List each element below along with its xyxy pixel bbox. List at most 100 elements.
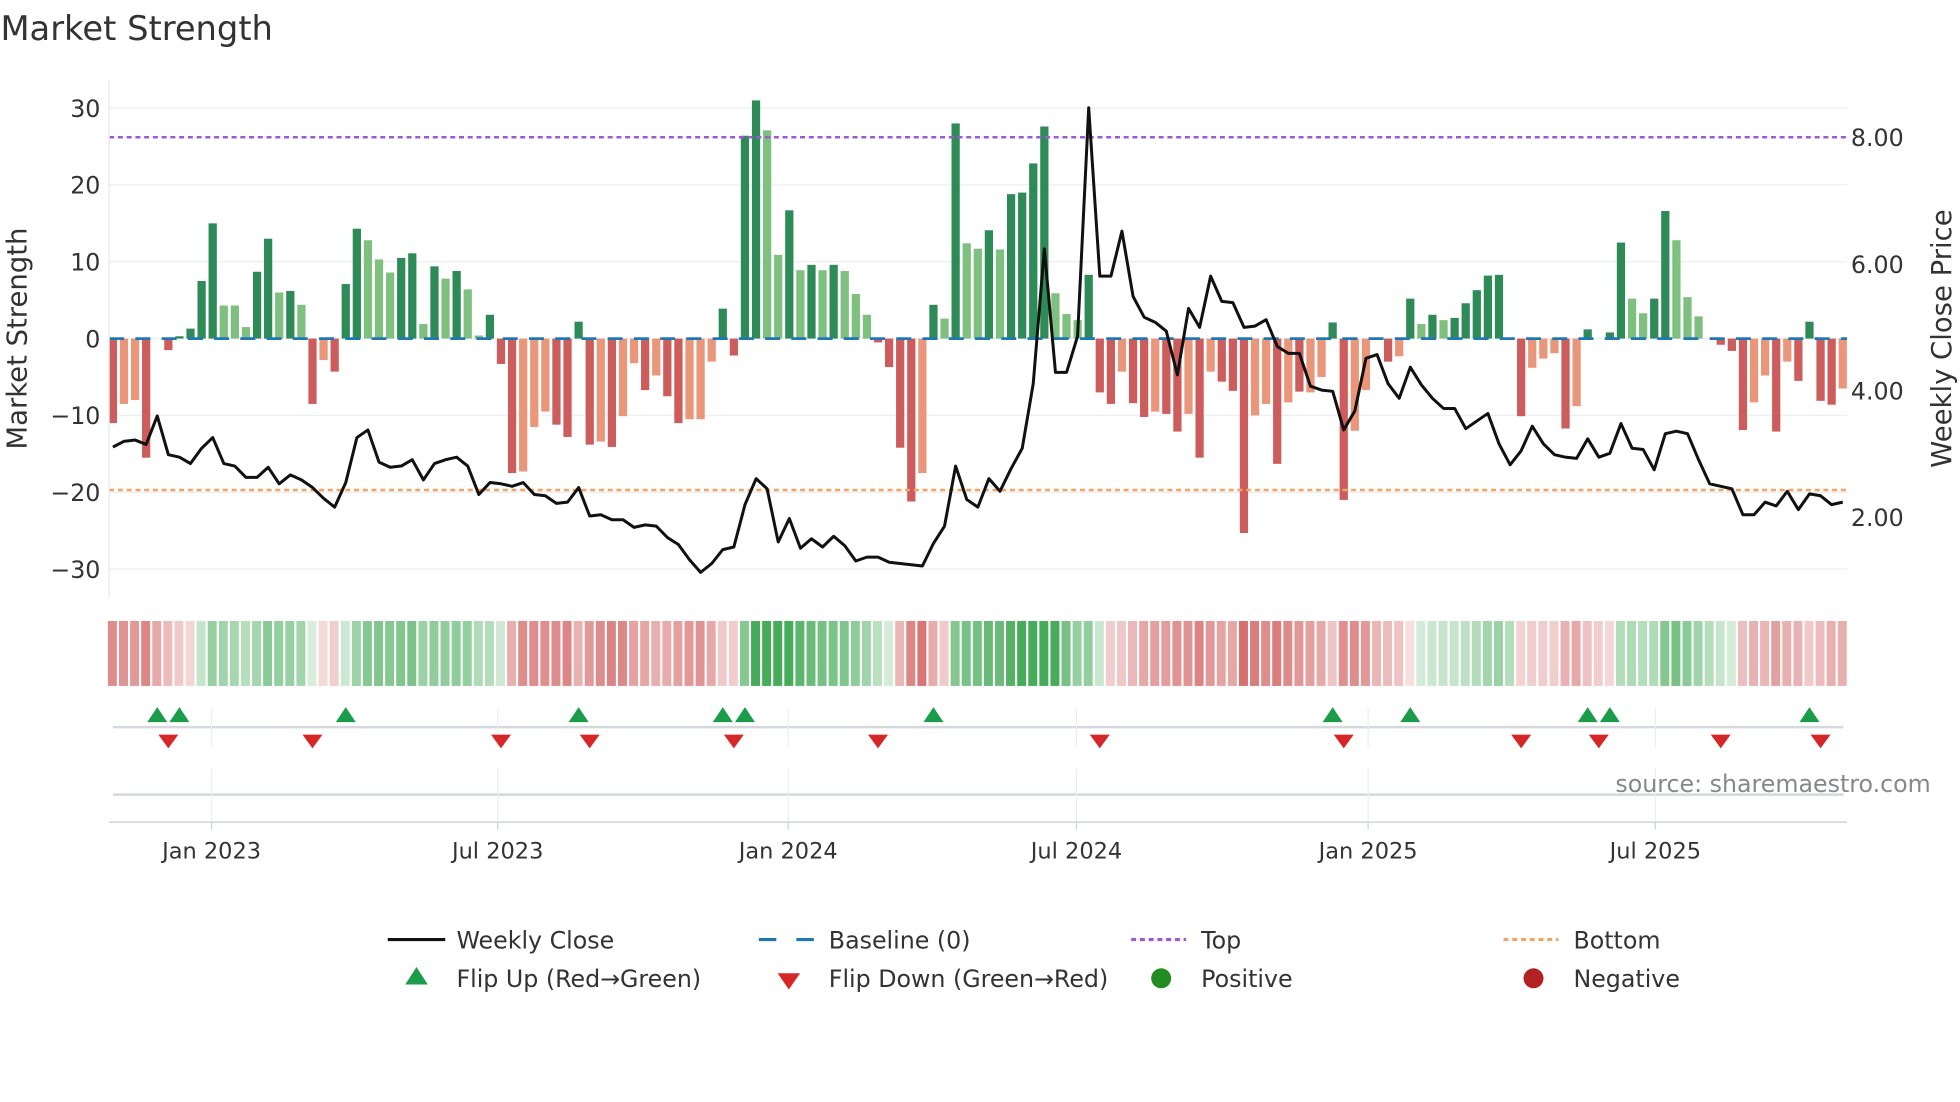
regime-cell xyxy=(1028,620,1038,686)
regime-cell xyxy=(1294,620,1304,686)
flip-down-marker xyxy=(491,734,511,749)
regime-cell xyxy=(307,620,317,686)
regime-cell xyxy=(739,620,749,686)
positive-bar xyxy=(785,210,794,339)
regime-cell xyxy=(717,620,727,686)
legend-flip-up[interactable]: Flip Up (Red→Green) xyxy=(405,965,701,993)
negative-bar xyxy=(1261,338,1271,404)
legend-weekly-close[interactable]: Weekly Close xyxy=(387,926,614,954)
positive-bar xyxy=(485,314,495,339)
positive-bar xyxy=(1650,298,1659,339)
negative-bar xyxy=(607,338,617,447)
regime-cell xyxy=(994,620,1004,686)
positive-bar xyxy=(374,259,384,339)
positive-bar xyxy=(962,243,971,339)
negative-bar xyxy=(629,338,639,364)
regime-cell xyxy=(1571,620,1581,686)
regime-cell xyxy=(839,620,849,686)
legend-negative[interactable]: Negative xyxy=(1523,965,1680,993)
legend-positive[interactable]: Positive xyxy=(1151,965,1293,993)
weekly-close-path xyxy=(112,106,1844,574)
regime-cell xyxy=(451,620,461,686)
red-circle-icon xyxy=(1523,968,1544,989)
positive-bar xyxy=(264,238,273,339)
negative-bar xyxy=(1206,338,1215,372)
positive-bar xyxy=(1084,274,1093,339)
legend-baseline[interactable]: Baseline (0) xyxy=(758,926,971,954)
flip-markers xyxy=(112,707,1844,823)
regime-cell xyxy=(1372,620,1382,686)
negative-bar xyxy=(308,338,317,404)
positive-bar xyxy=(441,278,450,339)
positive-bar xyxy=(1694,316,1703,339)
x-tick-label: Jan 2024 xyxy=(737,838,838,864)
negative-bar xyxy=(164,338,173,351)
positive-bar xyxy=(829,264,838,339)
positive-bar xyxy=(851,294,860,339)
regime-cell xyxy=(1749,620,1759,686)
regime-cell xyxy=(1172,620,1182,686)
flip-up-marker xyxy=(1599,707,1620,723)
positive-bar xyxy=(286,290,295,339)
regime-cell xyxy=(285,620,295,686)
regime-cell xyxy=(828,620,838,686)
regime-cell xyxy=(496,620,505,686)
legend-label: Top xyxy=(1200,926,1241,954)
legend-flip-down[interactable]: Flip Down (Green→Red) xyxy=(777,965,1109,993)
regime-cell xyxy=(595,620,605,686)
flip-down-marker xyxy=(158,734,179,749)
positive-bar xyxy=(363,240,373,339)
regime-cell xyxy=(1139,620,1149,686)
regime-cell xyxy=(706,620,716,686)
regime-cell xyxy=(174,620,184,686)
regime-cell xyxy=(240,620,250,686)
positive-bar xyxy=(1661,211,1670,339)
negative-bar xyxy=(1317,338,1326,378)
positive-bar xyxy=(1062,314,1071,339)
positive-bar xyxy=(430,266,439,339)
regime-cell xyxy=(1516,620,1526,686)
y-tick-label: 0 xyxy=(85,325,100,353)
y-tick-label: 10 xyxy=(70,249,100,277)
negative-bar xyxy=(496,338,506,364)
positive-bar xyxy=(1672,240,1681,339)
y2-tick-label: 4.00 xyxy=(1851,377,1904,405)
positive-bar xyxy=(1406,298,1415,339)
regime-cell xyxy=(662,620,672,686)
positive-bar xyxy=(1805,321,1814,339)
negative-bar xyxy=(1151,338,1160,412)
legend-label: Flip Up (Red→Green) xyxy=(456,965,701,993)
positive-bar xyxy=(1627,298,1637,339)
legend-bottom[interactable]: Bottom xyxy=(1503,926,1661,954)
regime-cell xyxy=(130,620,140,686)
negative-bar xyxy=(1195,338,1204,458)
positive-bar xyxy=(995,249,1005,339)
negative-bar xyxy=(685,338,694,420)
negative-bar xyxy=(1383,338,1393,362)
negative-bar xyxy=(1217,338,1226,382)
flip-up-marker xyxy=(1400,707,1421,723)
triangle-up-icon xyxy=(405,967,428,985)
regime-cell xyxy=(1394,620,1404,686)
legend-top[interactable]: Top xyxy=(1131,926,1241,954)
regime-cell xyxy=(1338,620,1348,686)
regime-cell xyxy=(795,620,805,686)
negative-bar xyxy=(1106,338,1116,404)
y2-tick-label: 2.00 xyxy=(1851,504,1904,532)
regime-cell xyxy=(473,620,483,686)
negative-bar xyxy=(1528,338,1537,368)
negative-bar xyxy=(1239,338,1249,534)
regime-cell xyxy=(751,620,761,686)
positive-bar xyxy=(1040,126,1049,339)
regime-cell xyxy=(1493,620,1503,686)
positive-bar xyxy=(740,135,750,339)
regime-cell xyxy=(218,620,228,686)
flip-up-marker xyxy=(1799,707,1820,723)
regime-cell xyxy=(1360,620,1370,686)
negative-bar xyxy=(1517,338,1526,417)
negative-bar xyxy=(1117,338,1127,372)
positive-bar xyxy=(385,272,395,339)
negative-bar xyxy=(108,338,118,424)
negative-bar xyxy=(896,338,905,448)
regime-cell xyxy=(418,620,428,686)
